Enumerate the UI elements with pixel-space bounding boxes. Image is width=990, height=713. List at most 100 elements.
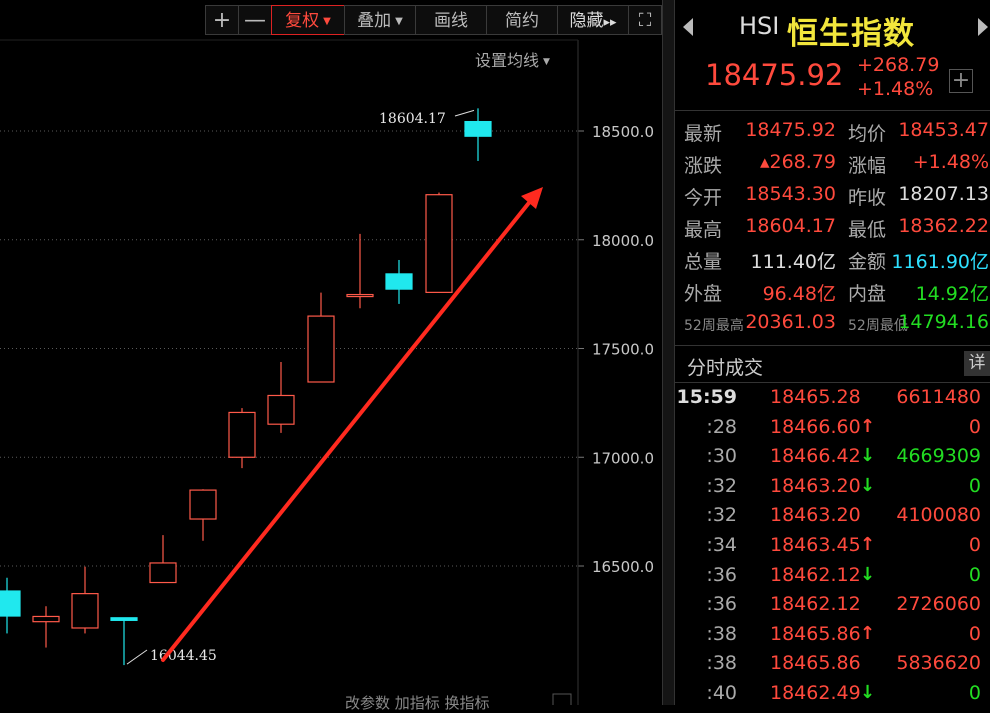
tick-volume: 4669309 xyxy=(896,445,981,468)
candle-body xyxy=(307,315,335,383)
quote-value: 14.92亿 xyxy=(915,283,989,305)
quote-value: 20361.03 xyxy=(745,311,836,333)
tick-time: :36 xyxy=(706,593,737,616)
candle-body xyxy=(228,411,256,458)
tick-price: 18462.12 xyxy=(770,593,861,616)
tick-volume: 5836620 xyxy=(896,652,981,675)
tick-time: :40 xyxy=(706,682,737,704)
tick-price: 18466.60 xyxy=(770,415,861,438)
y-tick-label: 18500.0 xyxy=(592,123,654,141)
candle-body xyxy=(0,590,21,617)
high-marker-label: 18604.17 xyxy=(379,111,446,127)
tick-row: :38 18465.86 ↑ 0 xyxy=(675,623,990,653)
tick-time: :36 xyxy=(706,563,737,586)
chart-toolbar: + — 复权 ▼ 叠加 ▼ 画线 简约 隐藏▸▸ ⛶ xyxy=(205,5,662,37)
arrow-up-icon: ↑ xyxy=(860,534,876,555)
quote-value: 18475.92 xyxy=(745,119,836,141)
quote-value: ▴268.79 xyxy=(759,151,836,173)
candle-body xyxy=(189,489,217,520)
y-tick-label: 16500.0 xyxy=(592,558,654,576)
tick-price: 18462.49 xyxy=(770,682,861,704)
kline-chart[interactable]: 18500.0 18000.0 17500.0 17000.0 16500.0 18604… xyxy=(0,0,662,705)
tick-row: :30 18466.42 ↓ 4669309 xyxy=(675,445,990,475)
overlay-label: 叠加 xyxy=(357,11,392,31)
draw-line-button[interactable]: 画线 xyxy=(415,5,487,35)
next-symbol-icon[interactable] xyxy=(978,18,988,36)
arrow-down-icon: ↓ xyxy=(860,682,876,703)
ticks-detail-button[interactable]: 详 xyxy=(964,351,990,376)
quote-label: 最低 xyxy=(848,219,887,241)
quote-value: 111.40亿 xyxy=(750,251,836,273)
panel-splitter[interactable] xyxy=(662,0,675,705)
high-marker-line xyxy=(454,109,475,117)
caret-down-icon: ▼ xyxy=(543,57,550,67)
tick-volume: 0 xyxy=(968,563,981,586)
collapse-indicator-icon xyxy=(552,693,572,705)
tick-volume: 0 xyxy=(968,622,981,645)
tick-row: :32 18463.20 4100080 xyxy=(675,504,990,534)
low-marker-line xyxy=(126,649,148,665)
tick-volume: 4100080 xyxy=(896,504,981,527)
quote-label: 最高 xyxy=(684,219,723,241)
tick-volume: 0 xyxy=(968,682,981,704)
ma-setting-dropdown[interactable]: 设置均线 ▼ xyxy=(475,47,550,71)
tick-time: :30 xyxy=(706,445,737,468)
caret-down-icon: ▼ xyxy=(395,16,403,27)
arrow-up-icon: ↑ xyxy=(860,622,876,644)
quote-label: 金额 xyxy=(848,251,887,273)
quote-label: 外盘 xyxy=(684,283,723,305)
quote-value: 18453.47 xyxy=(898,119,989,141)
quote-label: 最新 xyxy=(684,123,723,145)
tick-volume: 6611480 xyxy=(896,386,981,408)
ticks-header: 分时成交 详 xyxy=(675,346,990,383)
zoom-in-button[interactable]: + xyxy=(205,5,239,35)
low-marker-label: 16044.45 xyxy=(150,648,217,664)
indicator-tools[interactable]: 改参数 加指标 换指标 xyxy=(345,692,490,713)
double-arrow-icon: ▸▸ xyxy=(603,15,617,30)
ma-setting-label: 设置均线 xyxy=(475,51,540,70)
tick-price: 18465.28 xyxy=(770,386,861,408)
caret-down-icon: ▼ xyxy=(323,16,331,27)
quote-label: 涨跌 xyxy=(684,155,723,177)
overlay-dropdown[interactable]: 叠加 ▼ xyxy=(344,5,416,35)
tick-volume: 0 xyxy=(968,534,981,556)
tick-row: :36 18462.12 2726060 xyxy=(675,593,990,623)
tick-time: :34 xyxy=(706,534,737,556)
quote-panel: HSI 恒生指数 18475.92 +268.79 +1.48% + 最新 184… xyxy=(675,0,990,705)
kline-chart-area[interactable]: 18500.0 18000.0 17500.0 17000.0 16500.0 18604… xyxy=(0,0,662,712)
quote-label: 总量 xyxy=(684,251,723,273)
tick-price: 18463.45 xyxy=(770,534,861,556)
candle-body xyxy=(464,120,492,137)
tick-price: 18465.86 xyxy=(770,622,861,645)
hide-panel-button[interactable]: 隐藏▸▸ xyxy=(557,5,629,35)
tick-price: 18463.20 xyxy=(770,504,861,527)
fullscreen-button[interactable]: ⛶ xyxy=(628,5,662,35)
simple-mode-button[interactable]: 简约 xyxy=(486,5,558,35)
candle-body xyxy=(149,562,177,584)
tick-row: 15:59 18465.28 6611480 xyxy=(675,386,990,416)
tick-row: :38 18465.86 5836620 xyxy=(675,652,990,682)
arrow-down-icon: ↓ xyxy=(860,445,876,467)
tick-volume: 0 xyxy=(968,474,981,497)
hide-label: 隐藏 xyxy=(569,11,604,31)
quote-label: 涨幅 xyxy=(848,155,887,177)
price-change-percent: +1.48% xyxy=(857,78,934,100)
y-tick-label: 18000.0 xyxy=(592,232,654,250)
quote-header: HSI 恒生指数 18475.92 +268.79 +1.48% + xyxy=(675,0,990,111)
quote-value: +1.48% xyxy=(912,151,989,173)
candle-body xyxy=(385,273,413,290)
quote-value: 14794.16 xyxy=(898,311,989,333)
candle-body xyxy=(110,617,138,621)
zoom-out-button[interactable]: — xyxy=(238,5,272,35)
add-watchlist-button[interactable]: + xyxy=(949,69,973,93)
quote-value: 18604.17 xyxy=(745,215,836,237)
tick-row: :36 18462.12 ↓ 0 xyxy=(675,564,990,594)
tick-price: 18463.20 xyxy=(770,474,861,497)
quote-value: 18207.13 xyxy=(898,183,989,205)
candle-body xyxy=(267,394,295,425)
price-adjust-dropdown[interactable]: 复权 ▼ xyxy=(271,5,345,35)
ticks-title: 分时成交 xyxy=(687,357,764,379)
candle-body xyxy=(32,615,60,623)
quote-value: 18362.22 xyxy=(898,215,989,237)
prev-symbol-icon[interactable] xyxy=(683,18,693,36)
